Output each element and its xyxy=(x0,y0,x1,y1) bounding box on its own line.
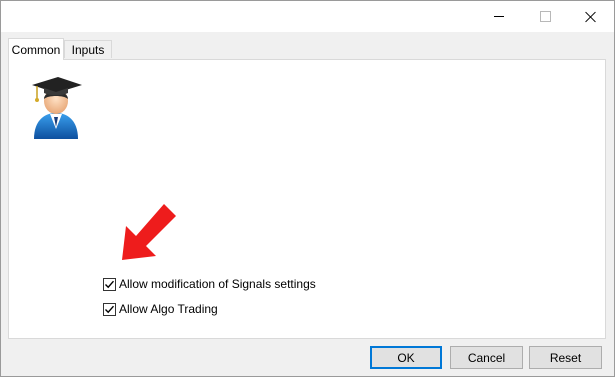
graduate-avatar-icon xyxy=(32,77,82,139)
tab-panel-common xyxy=(8,59,606,339)
minimize-button[interactable] xyxy=(476,1,522,32)
reset-button[interactable]: Reset xyxy=(529,346,602,369)
cancel-button[interactable]: Cancel xyxy=(450,346,523,369)
red-arrow-icon xyxy=(122,204,176,260)
ok-button[interactable]: OK xyxy=(370,346,442,369)
checkmark-icon xyxy=(105,280,115,288)
allow-algo-trading-row[interactable]: Allow Algo Trading xyxy=(103,301,218,317)
maximize-button[interactable] xyxy=(522,1,568,32)
title-bar xyxy=(1,1,614,32)
allow-signals-modification-label: Allow modification of Signals settings xyxy=(119,277,316,291)
tab-common[interactable]: Common xyxy=(8,38,64,60)
tab-inputs[interactable]: Inputs xyxy=(64,40,112,58)
minimize-icon xyxy=(494,16,504,17)
close-button[interactable] xyxy=(568,1,614,32)
close-icon xyxy=(585,11,597,23)
allow-algo-trading-label: Allow Algo Trading xyxy=(119,302,218,316)
allow-signals-modification-row[interactable]: Allow modification of Signals settings xyxy=(103,276,316,292)
checkmark-icon xyxy=(105,305,115,313)
maximize-icon xyxy=(539,11,551,22)
allow-signals-modification-checkbox[interactable] xyxy=(103,277,116,291)
allow-algo-trading-checkbox[interactable] xyxy=(103,302,116,316)
